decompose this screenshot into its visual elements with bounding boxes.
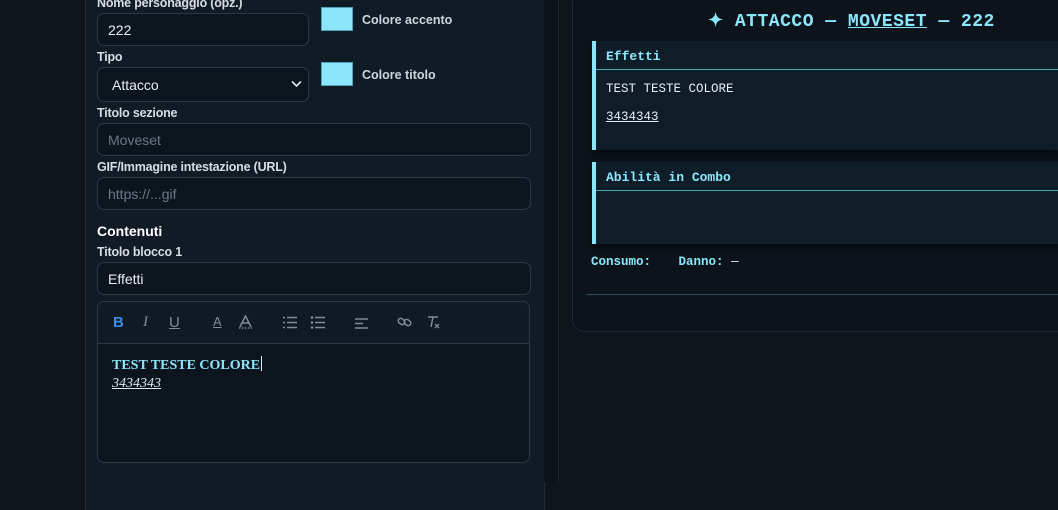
preview-title-suffix: — 222: [927, 12, 995, 32]
consumo-label: Consumo:: [591, 255, 652, 269]
text-caret: [261, 356, 263, 371]
type-select-value: Attacco: [112, 76, 159, 93]
preview-block-title: Abilità in Combo: [596, 162, 1058, 191]
left-gutter: [0, 0, 85, 482]
bold-icon[interactable]: B: [113, 314, 124, 331]
character-name-input[interactable]: 222: [97, 13, 309, 46]
text-color-icon[interactable]: A: [213, 314, 222, 329]
type-select[interactable]: Attacco: [97, 67, 309, 102]
chevron-down-icon: [291, 79, 302, 91]
preview-title-prefix: ✦ ATTACCO —: [708, 12, 848, 32]
align-left-icon[interactable]: [354, 317, 369, 334]
preview-block-abilita-combo: Abilità in Combo: [592, 162, 1058, 244]
preview-block-title: Effetti: [596, 41, 1058, 70]
danno-label: Danno:: [678, 255, 724, 269]
section-title-input[interactable]: Moveset: [97, 123, 531, 156]
header-image-url-input[interactable]: https://...gif: [97, 177, 531, 210]
bullet-list-icon[interactable]: [310, 316, 326, 334]
editor-toolbar: B I U A: [98, 302, 529, 344]
preview-block-line: 3434343: [606, 110, 659, 124]
section-title-placeholder: Moveset: [108, 131, 161, 148]
preview-footer: Consumo: Danno: —: [591, 255, 739, 269]
header-image-label: GIF/Immagine intestazione (URL): [97, 160, 287, 174]
preview-title: ✦ ATTACCO — MOVESET — 222: [708, 10, 995, 32]
preview-title-link[interactable]: MOVESET: [848, 12, 927, 32]
link-icon[interactable]: [397, 315, 412, 334]
contents-heading: Contenuti: [97, 223, 163, 239]
header-image-placeholder: https://...gif: [108, 185, 177, 202]
type-label: Tipo: [97, 50, 123, 64]
title-color-swatch[interactable]: [321, 62, 353, 86]
block1-title-value: Effetti: [108, 270, 144, 287]
panel-divider: [544, 0, 558, 482]
preview-block-line: TEST TESTE COLORE: [606, 82, 734, 96]
block1-title-input[interactable]: Effetti: [97, 262, 531, 295]
character-name-value: 222: [108, 21, 132, 38]
accent-color-swatch[interactable]: [321, 7, 353, 31]
editor-line-2: 3434343: [112, 376, 161, 391]
ordered-list-icon[interactable]: [282, 316, 298, 334]
highlight-icon[interactable]: [238, 314, 253, 334]
title-color-label: Colore titolo: [362, 68, 436, 82]
danno-value: —: [731, 255, 739, 269]
character-name-label: Nome personaggio (opz.): [97, 0, 243, 10]
italic-icon[interactable]: I: [143, 314, 148, 331]
underline-icon[interactable]: U: [169, 314, 180, 331]
preview-block-effetti: Effetti TEST TESTE COLORE 3434343: [592, 41, 1058, 150]
block1-rich-text-editor[interactable]: B I U A TEST TESTE COLORE 3434343: [97, 301, 530, 463]
accent-color-label: Colore accento: [362, 13, 453, 27]
block1-title-label: Titolo blocco 1: [97, 245, 182, 259]
editor-line-1-text: TEST TESTE COLORE: [112, 358, 261, 373]
clear-format-icon[interactable]: [426, 315, 440, 334]
preview-divider: [586, 294, 1058, 295]
editor-line-1: TEST TESTE COLORE: [112, 356, 515, 374]
editor-content[interactable]: TEST TESTE COLORE 3434343: [98, 344, 529, 404]
section-title-label: Titolo sezione: [97, 106, 178, 120]
